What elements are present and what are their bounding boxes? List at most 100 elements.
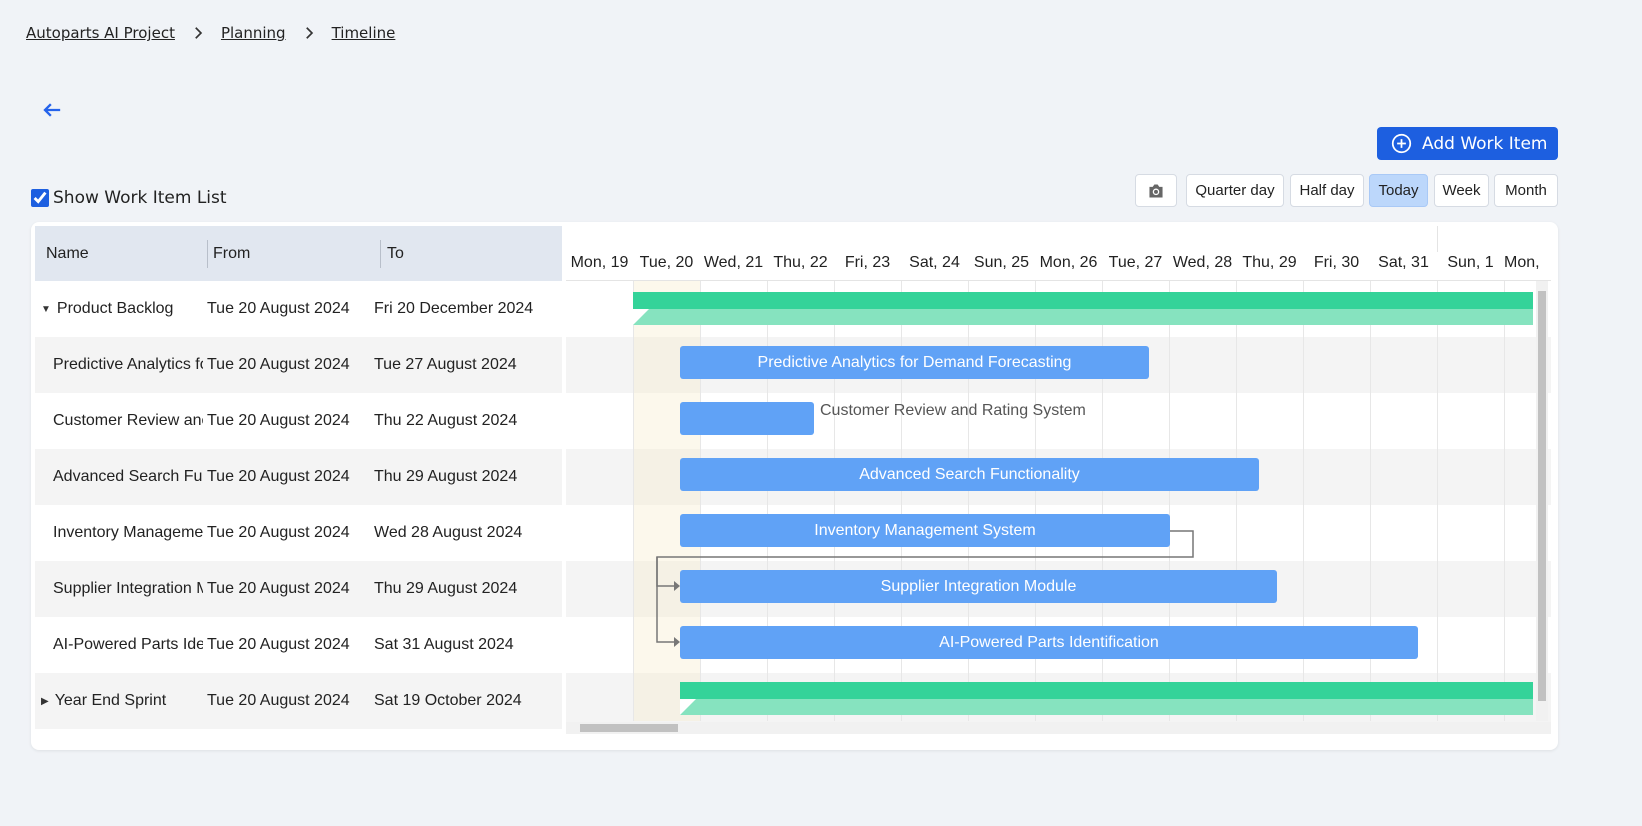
project-bar-notch xyxy=(680,699,696,715)
table-row[interactable]: Predictive Analytics fo Tue 20 August 20… xyxy=(35,337,562,393)
day-label: Sat, 24 xyxy=(909,254,960,271)
from-cell: Tue 20 August 2024 xyxy=(207,636,350,653)
breadcrumb-project-link[interactable]: Autoparts AI Project xyxy=(26,24,175,42)
task-bar[interactable] xyxy=(680,402,814,435)
view-half-day-button[interactable]: Half day xyxy=(1290,174,1364,207)
gantt-panel: Name From To ▼ Product Backlog Tue 20 Au… xyxy=(31,222,1558,750)
table-row[interactable]: AI-Powered Parts Ider Tue 20 August 2024… xyxy=(35,617,562,673)
from-cell: Tue 20 August 2024 xyxy=(207,524,350,541)
row-name: Supplier Integration M xyxy=(53,580,203,597)
to-cell: Thu 22 August 2024 xyxy=(374,412,518,429)
table-row[interactable]: Advanced Search Fur Tue 20 August 2024 T… xyxy=(35,449,562,505)
column-divider[interactable] xyxy=(207,240,208,268)
month-divider xyxy=(1437,226,1438,252)
name-cell: ▶ Year End Sprint xyxy=(41,673,205,729)
to-cell: Sat 31 August 2024 xyxy=(374,636,514,653)
show-work-item-list-checkbox[interactable] xyxy=(31,189,49,207)
breadcrumb-planning-link[interactable]: Planning xyxy=(221,24,286,42)
column-header-name[interactable]: Name xyxy=(46,226,89,281)
to-cell: Fri 20 December 2024 xyxy=(374,300,534,317)
project-bar-fill xyxy=(680,682,1533,699)
add-work-item-label: Add Work Item xyxy=(1422,133,1548,154)
arrow-left-icon[interactable] xyxy=(38,96,66,124)
grid-line xyxy=(1504,281,1505,721)
to-cell: Wed 28 August 2024 xyxy=(374,524,523,541)
breadcrumb-timeline-link[interactable]: Timeline xyxy=(332,24,396,42)
breadcrumb: Autoparts AI Project Planning Timeline xyxy=(26,24,395,42)
day-label: Wed, 21 xyxy=(703,254,764,271)
show-work-item-list-toggle[interactable]: Show Work Item List xyxy=(31,188,227,208)
from-cell: Tue 20 August 2024 xyxy=(207,412,350,429)
day-label: Thu, 29 xyxy=(1242,254,1297,271)
day-label: Sat, 31 xyxy=(1378,254,1429,271)
task-bar[interactable]: Predictive Analytics for Demand Forecast… xyxy=(680,346,1149,379)
project-bar-fill xyxy=(633,292,1533,309)
table-row[interactable]: ▶ Year End Sprint Tue 20 August 2024 Sat… xyxy=(35,673,562,729)
task-bar[interactable]: Advanced Search Functionality xyxy=(680,458,1259,491)
day-label: Mon, 19 xyxy=(570,254,629,271)
column-divider[interactable] xyxy=(380,240,381,268)
project-bar-product-backlog[interactable] xyxy=(633,292,1533,325)
row-name: Product Backlog xyxy=(56,300,174,317)
to-cell: Thu 29 August 2024 xyxy=(374,468,518,485)
row-name: Year End Sprint xyxy=(54,692,167,709)
to-cell: Tue 27 August 2024 xyxy=(374,356,517,373)
day-label: Wed, 28 xyxy=(1172,254,1233,271)
day-label: Sun, 25 xyxy=(973,254,1030,271)
from-cell: Tue 20 August 2024 xyxy=(207,468,350,485)
to-cell: Thu 29 August 2024 xyxy=(374,580,518,597)
day-label: Mon, 26 xyxy=(1039,254,1098,271)
project-bar-progress xyxy=(633,309,1533,325)
caret-right-icon[interactable]: ▶ xyxy=(41,696,49,707)
task-bar[interactable]: Supplier Integration Module xyxy=(680,570,1277,603)
show-work-item-list-label: Show Work Item List xyxy=(53,188,227,208)
chevron-right-icon xyxy=(305,27,313,39)
screenshot-button[interactable] xyxy=(1135,174,1177,207)
timeline-chart: Mon, 19 Tue, 20 Wed, 21 Thu, 22 Fri, 23 … xyxy=(566,226,1551,740)
horizontal-scrollbar[interactable] xyxy=(566,722,1551,734)
from-cell: Tue 20 August 2024 xyxy=(207,692,350,709)
from-cell: Tue 20 August 2024 xyxy=(207,300,350,317)
plus-circle-icon xyxy=(1391,133,1412,154)
chevron-right-icon xyxy=(195,27,203,39)
column-header-to[interactable]: To xyxy=(387,226,404,281)
view-month-button[interactable]: Month xyxy=(1494,174,1558,207)
day-label: Mon, xyxy=(1504,254,1540,271)
horizontal-scroll-thumb[interactable] xyxy=(580,724,678,732)
view-today-button[interactable]: Today xyxy=(1369,174,1428,207)
grid-line xyxy=(633,281,634,721)
day-label: Fri, 23 xyxy=(844,254,891,271)
from-cell: Tue 20 August 2024 xyxy=(207,580,350,597)
table-row[interactable]: Inventory Managemer Tue 20 August 2024 W… xyxy=(35,505,562,561)
task-bar[interactable]: Inventory Management System xyxy=(680,514,1170,547)
row-name: Inventory Managemer xyxy=(53,524,203,541)
day-label: Thu, 22 xyxy=(773,254,828,271)
row-name: Predictive Analytics fo xyxy=(53,356,203,373)
grid-header: Name From To xyxy=(35,226,562,281)
project-bar-notch xyxy=(633,309,649,325)
vertical-scroll-thumb[interactable] xyxy=(1538,291,1546,701)
row-name: AI-Powered Parts Ider xyxy=(53,636,203,653)
table-row[interactable]: ▼ Product Backlog Tue 20 August 2024 Fri… xyxy=(35,281,562,337)
caret-down-icon[interactable]: ▼ xyxy=(41,304,51,315)
column-header-from[interactable]: From xyxy=(213,226,250,281)
view-quarter-day-button[interactable]: Quarter day xyxy=(1186,174,1284,207)
project-bar-year-end-sprint[interactable] xyxy=(680,682,1533,715)
vertical-scrollbar[interactable] xyxy=(1536,281,1548,721)
view-week-button[interactable]: Week xyxy=(1434,174,1489,207)
project-bar-progress xyxy=(680,699,1533,715)
row-name: Customer Review anc xyxy=(53,412,203,429)
add-work-item-button[interactable]: Add Work Item xyxy=(1377,127,1558,160)
table-row[interactable]: Customer Review anc Tue 20 August 2024 T… xyxy=(35,393,562,449)
day-label: Sun, 1 xyxy=(1447,254,1494,271)
day-label: Tue, 20 xyxy=(639,254,694,271)
row-name: Advanced Search Fur xyxy=(53,468,203,485)
name-cell: ▼ Product Backlog xyxy=(41,281,205,337)
task-bar[interactable]: AI-Powered Parts Identification xyxy=(680,626,1418,659)
table-row[interactable]: Supplier Integration M Tue 20 August 202… xyxy=(35,561,562,617)
to-cell: Sat 19 October 2024 xyxy=(374,692,522,709)
work-item-grid: Name From To ▼ Product Backlog Tue 20 Au… xyxy=(35,226,562,729)
grid-line xyxy=(1437,281,1438,721)
day-label: Tue, 27 xyxy=(1108,254,1163,271)
day-label: Fri, 30 xyxy=(1313,254,1360,271)
